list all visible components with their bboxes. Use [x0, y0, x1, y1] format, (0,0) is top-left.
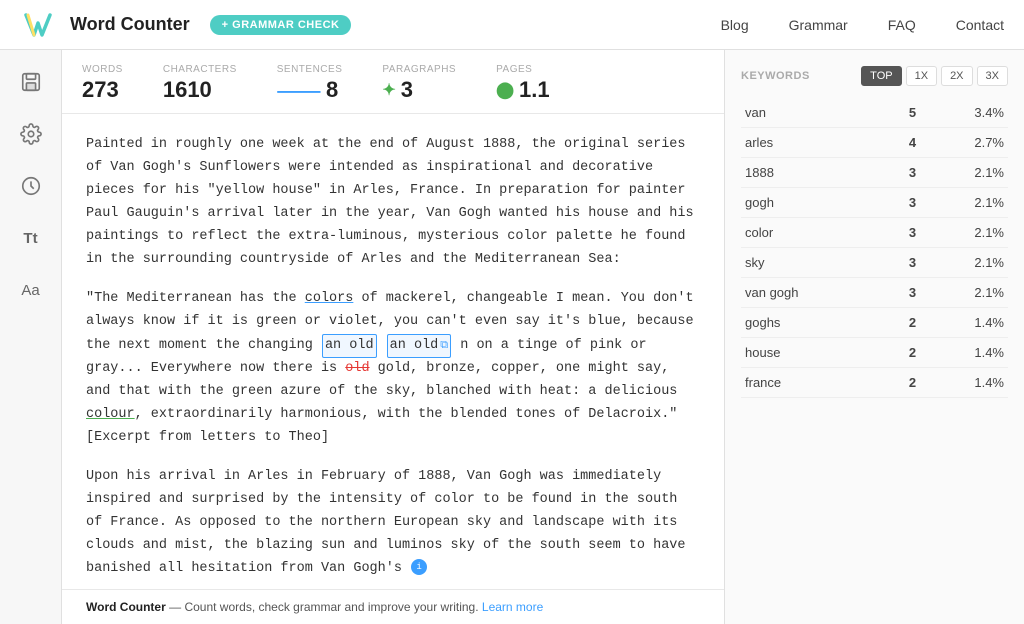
keyword-count: 3	[885, 218, 921, 248]
footer-brand: Word Counter	[86, 600, 166, 614]
keyword-row: van 5 3.4%	[741, 98, 1008, 128]
keyword-count: 2	[885, 308, 921, 338]
keywords-title: KEYWORDS	[741, 70, 810, 82]
keyword-row: sky 3 2.1%	[741, 248, 1008, 278]
stat-sentences: SENTENCES ⸻ 8	[277, 64, 343, 103]
logo-icon	[20, 7, 56, 43]
keyword-word: color	[741, 218, 885, 248]
keywords-header: KEYWORDS TOP 1X 2X 3X	[741, 66, 1008, 86]
keyword-row: 1888 3 2.1%	[741, 158, 1008, 188]
paragraphs-label: PARAGRAPHS	[382, 64, 456, 75]
copy-icon[interactable]: ⧉	[440, 337, 448, 356]
app-title: Word Counter	[70, 14, 190, 35]
words-label: WORDS	[82, 64, 123, 75]
nav-blog[interactable]: Blog	[721, 17, 749, 33]
keyword-table: van 5 3.4% arles 4 2.7% 1888 3 2.1% gogh…	[741, 98, 1008, 398]
font-style-icon[interactable]: Aa	[15, 274, 47, 306]
keyword-row: goghs 2 1.4%	[741, 308, 1008, 338]
stat-pages: PAGES ⬤ 1.1	[496, 64, 550, 103]
keyword-pct: 2.1%	[920, 188, 1008, 218]
keyword-count: 5	[885, 98, 921, 128]
keyword-word: sky	[741, 248, 885, 278]
keyword-pct: 3.4%	[920, 98, 1008, 128]
paragraphs-value: ✦ 3	[382, 77, 456, 103]
keyword-count: 3	[885, 248, 921, 278]
keyword-count: 3	[885, 188, 921, 218]
keyword-row: color 3 2.1%	[741, 218, 1008, 248]
old-word-strikethrough: old	[345, 361, 369, 376]
content-area: WORDS 273 CHARACTERS 1610 SENTENCES ⸻ 8 …	[62, 50, 724, 624]
nav-grammar[interactable]: Grammar	[789, 17, 848, 33]
pages-label: PAGES	[496, 64, 550, 75]
save-icon[interactable]	[15, 66, 47, 98]
keyword-pct: 2.1%	[920, 218, 1008, 248]
keyword-pct: 2.7%	[920, 128, 1008, 158]
paragraph-2: "The Mediterranean has the colors of mac…	[86, 288, 700, 451]
keyword-pct: 1.4%	[920, 308, 1008, 338]
keyword-count: 3	[885, 158, 921, 188]
keyword-word: goghs	[741, 308, 885, 338]
tab-2x[interactable]: 2X	[941, 66, 972, 86]
left-sidebar: Tt Aa	[0, 50, 62, 624]
sentences-value: ⸻ 8	[277, 77, 343, 103]
stat-paragraphs: PARAGRAPHS ✦ 3	[382, 64, 456, 103]
keyword-word: 1888	[741, 158, 885, 188]
keyword-row: france 2 1.4%	[741, 368, 1008, 398]
sentences-label: SENTENCES	[277, 64, 343, 75]
colour-word: colour	[86, 407, 135, 422]
stat-words: WORDS 273	[82, 64, 123, 103]
keyword-word: van gogh	[741, 278, 885, 308]
paragraph-3: Upon his arrival in Arles in February of…	[86, 466, 700, 581]
nav-contact[interactable]: Contact	[956, 17, 1004, 33]
keyword-pct: 2.1%	[920, 278, 1008, 308]
editor-footer: Word Counter — Count words, check gramma…	[62, 589, 724, 624]
keyword-pct: 2.1%	[920, 248, 1008, 278]
info-bubble-icon: i	[411, 559, 427, 575]
keyword-row: arles 4 2.7%	[741, 128, 1008, 158]
keyword-count: 4	[885, 128, 921, 158]
keyword-pct: 1.4%	[920, 368, 1008, 398]
keyword-count: 2	[885, 368, 921, 398]
footer-learn-more-link[interactable]: Learn more	[482, 600, 543, 614]
keyword-row: house 2 1.4%	[741, 338, 1008, 368]
anold-highlight-2: an old⧉	[387, 334, 451, 359]
paragraph-1: Painted in roughly one week at the end o…	[86, 134, 700, 272]
keyword-word: house	[741, 338, 885, 368]
footer-text: Count words, check grammar and improve y…	[184, 600, 481, 614]
keyword-tab-group: TOP 1X 2X 3X	[861, 66, 1008, 86]
right-panel: KEYWORDS TOP 1X 2X 3X van 5 3.4% arles 4…	[724, 50, 1024, 624]
keyword-row: gogh 3 2.1%	[741, 188, 1008, 218]
header-nav: Blog Grammar FAQ Contact	[721, 17, 1004, 33]
nav-faq[interactable]: FAQ	[888, 17, 916, 33]
pages-value: ⬤ 1.1	[496, 77, 550, 103]
keyword-count: 3	[885, 278, 921, 308]
clock-icon[interactable]	[15, 170, 47, 202]
keyword-word: france	[741, 368, 885, 398]
stats-bar: WORDS 273 CHARACTERS 1610 SENTENCES ⸻ 8 …	[62, 50, 724, 114]
words-value: 273	[82, 77, 123, 103]
font-size-icon[interactable]: Tt	[15, 222, 47, 254]
keyword-pct: 2.1%	[920, 158, 1008, 188]
tab-top[interactable]: TOP	[861, 66, 901, 86]
keyword-row: van gogh 3 2.1%	[741, 278, 1008, 308]
main-layout: Tt Aa WORDS 273 CHARACTERS 1610 SENTENCE…	[0, 50, 1024, 624]
tab-3x[interactable]: 3X	[977, 66, 1008, 86]
anold-highlight-1: an old	[322, 334, 377, 359]
tab-1x[interactable]: 1X	[906, 66, 937, 86]
grammar-check-button[interactable]: + GRAMMAR CHECK	[210, 15, 352, 35]
colors-word: colors	[305, 291, 354, 306]
header: Word Counter + GRAMMAR CHECK Blog Gramma…	[0, 0, 1024, 50]
text-editor[interactable]: Painted in roughly one week at the end o…	[62, 114, 724, 589]
keyword-count: 2	[885, 338, 921, 368]
settings-icon[interactable]	[15, 118, 47, 150]
characters-label: CHARACTERS	[163, 64, 237, 75]
keyword-pct: 1.4%	[920, 338, 1008, 368]
characters-value: 1610	[163, 77, 237, 103]
keyword-word: arles	[741, 128, 885, 158]
keyword-word: gogh	[741, 188, 885, 218]
stat-characters: CHARACTERS 1610	[163, 64, 237, 103]
keyword-word: van	[741, 98, 885, 128]
